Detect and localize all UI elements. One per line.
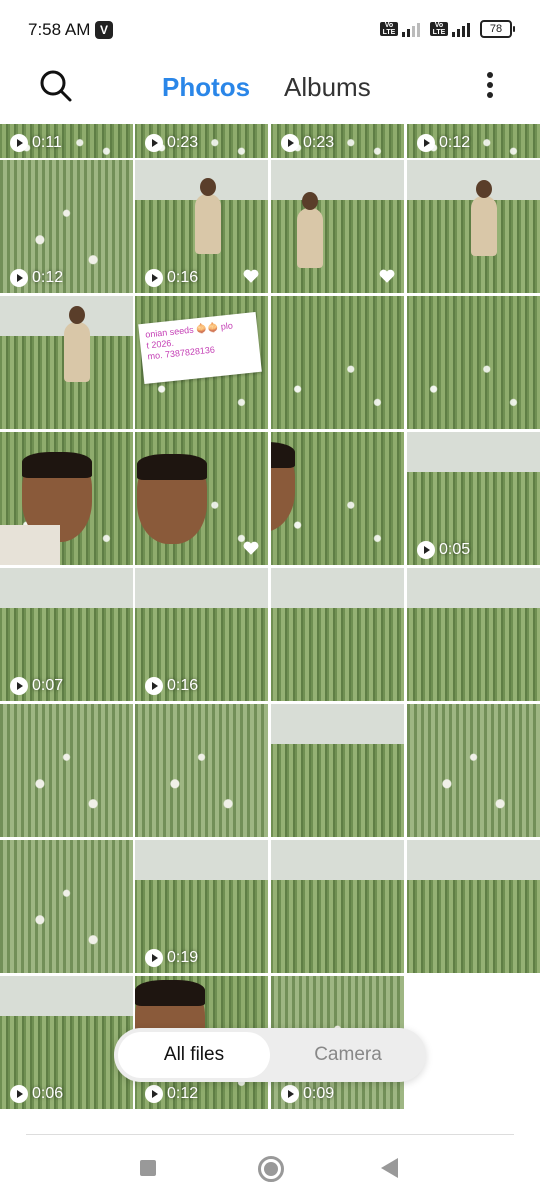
video-duration: 0:06: [10, 1085, 63, 1103]
play-icon: [10, 134, 28, 152]
video-thumbnail[interactable]: 0:06: [0, 976, 133, 1109]
play-icon: [145, 949, 163, 967]
video-thumbnail[interactable]: 0:05: [407, 432, 540, 565]
photo-thumbnail[interactable]: [271, 704, 404, 837]
video-duration: 0:09: [281, 1085, 334, 1103]
play-icon: [145, 269, 163, 287]
video-duration: 0:05: [417, 541, 470, 559]
video-duration: 0:12: [10, 269, 63, 287]
photo-thumbnail[interactable]: [407, 296, 540, 429]
tab-albums[interactable]: Albums: [284, 72, 371, 103]
video-thumbnail[interactable]: 0:16: [135, 160, 268, 293]
heart-icon: [243, 269, 259, 283]
battery-icon: 78: [480, 20, 515, 38]
video-duration: 0:23: [281, 134, 334, 152]
video-thumbnail[interactable]: 0:12: [407, 124, 540, 158]
back-icon[interactable]: [381, 1158, 398, 1178]
status-icons: Vo LTE Vo LTE 78: [380, 20, 515, 38]
play-icon: [145, 677, 163, 695]
video-duration: 0:12: [417, 134, 470, 152]
video-duration: 0:11: [10, 134, 62, 152]
video-thumbnail[interactable]: 0:19: [135, 840, 268, 973]
photo-thumbnail[interactable]: [135, 704, 268, 837]
photo-thumbnail[interactable]: [271, 160, 404, 293]
photo-thumbnail[interactable]: [407, 568, 540, 701]
heart-icon: [379, 269, 395, 283]
selfie-subject: [271, 442, 295, 532]
play-icon: [145, 1085, 163, 1103]
video-duration: 0:12: [145, 1085, 198, 1103]
photo-subject: [64, 306, 90, 382]
photo-thumbnail[interactable]: [271, 296, 404, 429]
photo-thumbnail[interactable]: [407, 840, 540, 973]
photo-thumbnail[interactable]: [407, 704, 540, 837]
status-bar: 7:58 AM V Vo LTE Vo LTE 78: [0, 0, 540, 60]
photo-thumbnail[interactable]: [0, 840, 133, 973]
text-sticker: onian seeds 🧅🧅 plo t 2026. mo. 738782813…: [138, 311, 262, 385]
video-duration: 0:16: [145, 677, 198, 695]
play-icon: [10, 677, 28, 695]
tab-photos[interactable]: Photos: [162, 72, 250, 103]
photo-thumbnail[interactable]: [271, 432, 404, 565]
heart-icon: [243, 541, 259, 555]
photo-thumbnail[interactable]: [271, 568, 404, 701]
status-time: 7:58 AM: [28, 20, 91, 39]
nav-divider: [26, 1134, 514, 1135]
video-thumbnail[interactable]: 0:07: [0, 568, 133, 701]
video-duration: 0:07: [10, 677, 63, 695]
more-vertical-icon[interactable]: [486, 72, 494, 102]
video-duration: 0:16: [145, 269, 198, 287]
photo-thumbnail[interactable]: [135, 432, 268, 565]
volte-icon: Vo LTE: [380, 22, 398, 36]
signal-icon: [402, 21, 420, 37]
photo-thumbnail[interactable]: [0, 296, 133, 429]
video-thumbnail[interactable]: 0:16: [135, 568, 268, 701]
photo-subject: [297, 192, 323, 268]
filter-toggle: All files Camera: [114, 1028, 426, 1082]
top-app-bar: Photos Albums: [0, 60, 540, 120]
video-thumbnail[interactable]: 0:23: [135, 124, 268, 158]
photo-thumbnail[interactable]: [407, 160, 540, 293]
camera-button[interactable]: Camera: [274, 1032, 422, 1078]
photo-subject: [471, 180, 497, 256]
photo-thumbnail[interactable]: [0, 704, 133, 837]
app-notification-badge: V: [95, 21, 113, 39]
photo-thumbnail[interactable]: onian seeds 🧅🧅 plo t 2026. mo. 738782813…: [135, 296, 268, 429]
play-icon: [281, 134, 299, 152]
video-thumbnail[interactable]: 0:12: [0, 160, 133, 293]
play-icon: [10, 269, 28, 287]
video-thumbnail[interactable]: 0:23: [271, 124, 404, 158]
play-icon: [10, 1085, 28, 1103]
video-duration: 0:19: [145, 949, 198, 967]
selfie-subject: [137, 454, 207, 544]
play-icon: [417, 134, 435, 152]
video-thumbnail[interactable]: 0:11: [0, 124, 133, 158]
home-icon[interactable]: [258, 1156, 284, 1182]
video-duration: 0:23: [145, 134, 198, 152]
all-files-button[interactable]: All files: [118, 1032, 270, 1078]
volte-icon-2: Vo LTE: [430, 22, 448, 36]
recents-icon[interactable]: [140, 1160, 156, 1176]
search-icon[interactable]: [38, 68, 74, 104]
photo-thumbnail[interactable]: [0, 432, 133, 565]
play-icon: [281, 1085, 299, 1103]
photo-thumbnail[interactable]: [271, 840, 404, 973]
play-icon: [145, 134, 163, 152]
photo-subject: [195, 178, 221, 254]
play-icon: [417, 541, 435, 559]
signal-icon-2: [452, 21, 470, 37]
